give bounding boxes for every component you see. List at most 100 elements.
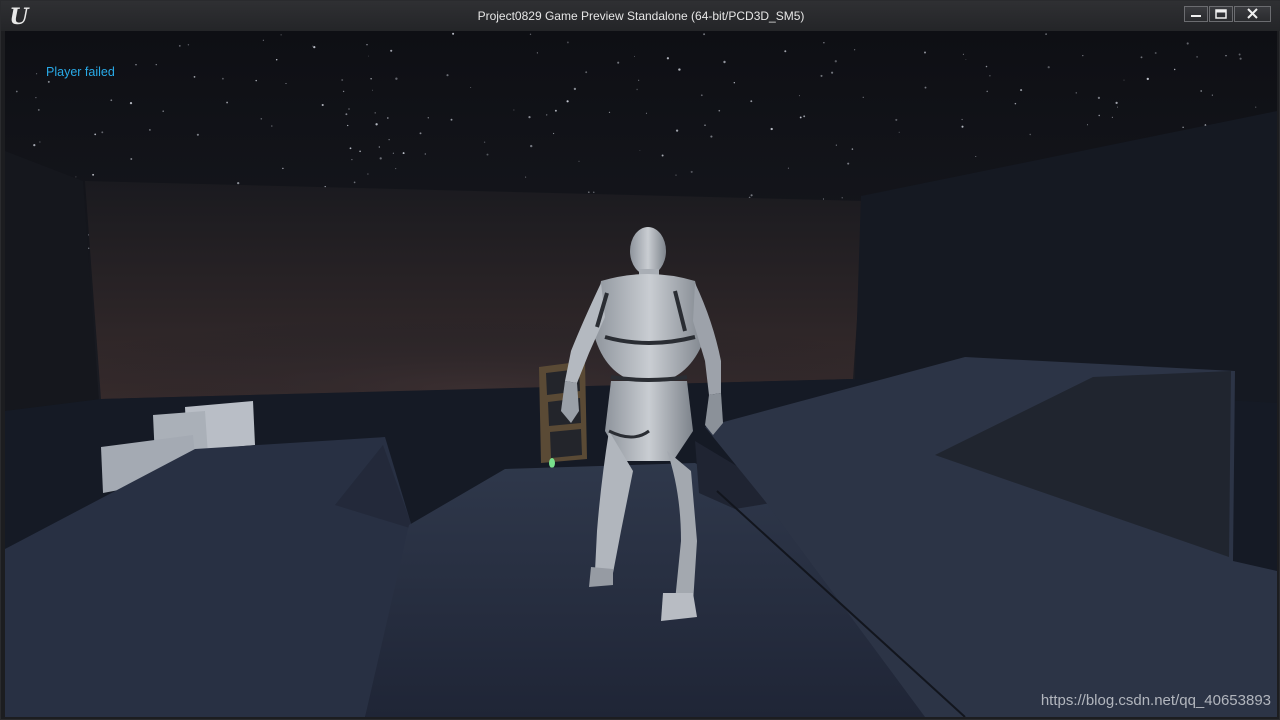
star bbox=[367, 173, 369, 175]
star bbox=[149, 129, 151, 131]
star bbox=[1140, 56, 1143, 59]
star bbox=[1174, 68, 1176, 71]
star bbox=[1196, 55, 1199, 58]
star bbox=[446, 74, 449, 77]
window-title: Project0829 Game Preview Standalone (64-… bbox=[477, 9, 805, 23]
star bbox=[88, 247, 90, 249]
star bbox=[710, 135, 713, 138]
star bbox=[750, 194, 753, 197]
star bbox=[379, 157, 382, 160]
star bbox=[733, 82, 735, 84]
game-window: U Project0829 Game Preview Standalone (6… bbox=[0, 0, 1280, 720]
star bbox=[312, 45, 314, 47]
star bbox=[529, 33, 532, 35]
star bbox=[359, 150, 361, 153]
close-button[interactable] bbox=[1234, 6, 1271, 22]
star bbox=[187, 44, 190, 46]
star bbox=[345, 113, 348, 116]
star bbox=[342, 90, 345, 93]
star bbox=[985, 65, 988, 68]
star bbox=[1200, 90, 1203, 92]
star bbox=[834, 60, 837, 63]
star bbox=[1020, 89, 1023, 92]
star bbox=[39, 141, 41, 143]
star bbox=[392, 152, 394, 154]
star bbox=[898, 131, 900, 133]
star bbox=[101, 131, 104, 134]
star bbox=[638, 79, 640, 81]
star bbox=[675, 129, 679, 132]
star bbox=[587, 191, 590, 194]
star bbox=[347, 124, 349, 127]
star bbox=[1211, 94, 1213, 96]
star bbox=[260, 118, 263, 120]
star bbox=[372, 89, 373, 91]
star bbox=[349, 147, 352, 150]
star bbox=[847, 162, 850, 165]
star bbox=[94, 133, 97, 136]
star bbox=[718, 109, 721, 112]
star bbox=[1255, 106, 1257, 108]
star bbox=[395, 168, 397, 170]
star bbox=[129, 101, 133, 105]
star bbox=[275, 59, 278, 61]
star bbox=[390, 49, 393, 52]
star bbox=[608, 111, 611, 114]
star bbox=[703, 33, 706, 36]
star bbox=[280, 34, 282, 36]
star bbox=[1045, 33, 1047, 35]
minimize-button[interactable] bbox=[1184, 6, 1208, 22]
star bbox=[427, 117, 429, 119]
star bbox=[513, 109, 515, 111]
star bbox=[798, 95, 800, 97]
star bbox=[1239, 57, 1242, 60]
star bbox=[536, 52, 539, 54]
minimize-icon bbox=[1191, 15, 1201, 17]
game-viewport[interactable]: Player failed https://blog.csdn.net/qq_4… bbox=[5, 31, 1277, 717]
star bbox=[162, 110, 164, 112]
hud-status-message: Player failed bbox=[46, 65, 115, 79]
star bbox=[675, 174, 677, 176]
star bbox=[841, 197, 843, 199]
star bbox=[135, 64, 137, 66]
star bbox=[1154, 52, 1157, 54]
watermark-text: https://blog.csdn.net/qq_40653893 bbox=[1040, 692, 1271, 709]
star bbox=[47, 80, 50, 83]
star bbox=[573, 87, 577, 91]
star bbox=[566, 100, 569, 103]
star bbox=[388, 139, 390, 141]
star bbox=[787, 167, 789, 169]
title-bar[interactable]: U Project0829 Game Preview Standalone (6… bbox=[1, 1, 1280, 31]
star bbox=[636, 88, 638, 91]
star bbox=[321, 103, 324, 107]
star bbox=[1123, 79, 1125, 81]
star bbox=[965, 58, 967, 60]
star bbox=[370, 78, 372, 80]
star bbox=[1082, 54, 1084, 57]
star bbox=[92, 173, 95, 176]
star bbox=[486, 153, 489, 156]
star bbox=[704, 124, 706, 127]
star bbox=[578, 160, 580, 162]
star bbox=[820, 74, 823, 77]
star bbox=[530, 144, 533, 148]
star bbox=[255, 79, 257, 82]
star bbox=[366, 43, 368, 46]
star bbox=[1115, 101, 1118, 105]
star bbox=[1238, 53, 1241, 56]
scene-render bbox=[5, 31, 1277, 717]
maximize-button[interactable] bbox=[1209, 6, 1233, 22]
star bbox=[470, 87, 472, 88]
star bbox=[237, 181, 240, 185]
star bbox=[110, 99, 113, 102]
star bbox=[617, 61, 620, 64]
star bbox=[989, 75, 991, 77]
star bbox=[822, 198, 824, 200]
star bbox=[378, 146, 380, 148]
star bbox=[585, 71, 588, 74]
star bbox=[33, 143, 36, 147]
star bbox=[1182, 126, 1184, 128]
star bbox=[924, 51, 926, 54]
star bbox=[553, 132, 555, 135]
star bbox=[862, 96, 864, 98]
